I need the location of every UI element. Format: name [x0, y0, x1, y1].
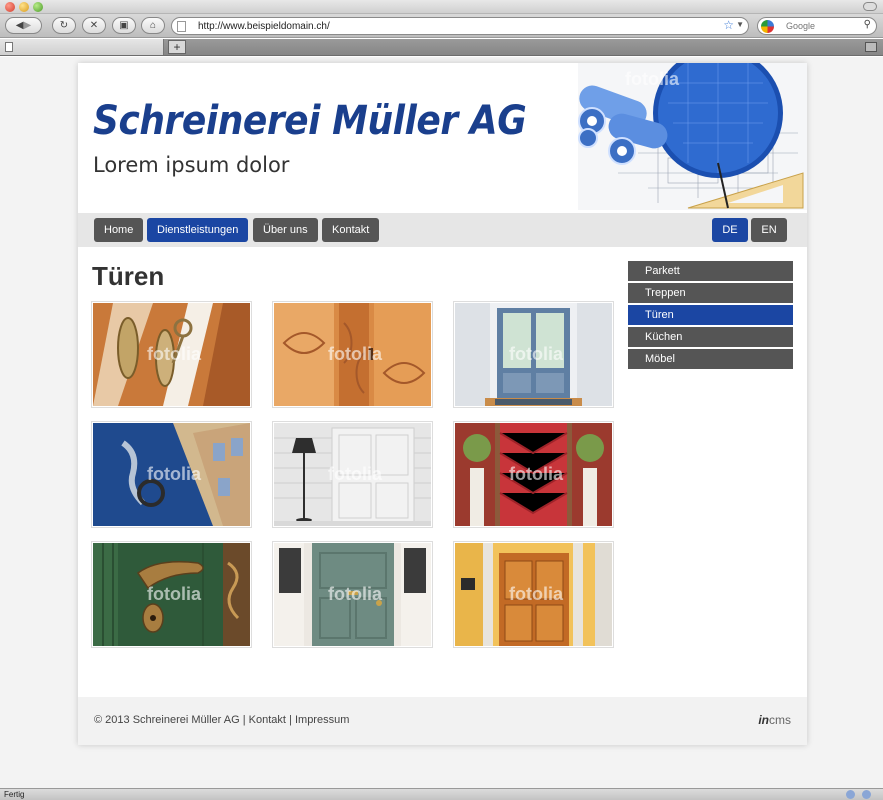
- footer-separator: |: [242, 714, 246, 726]
- header-blueprint-image: fotolia: [578, 48, 807, 210]
- camera-icon: ▣: [119, 20, 129, 31]
- site-header: Schreinerei Müller AG Lorem ipsum dolor: [78, 48, 807, 213]
- stop-button[interactable]: ✕: [82, 17, 106, 34]
- watermark-text: fotolia: [509, 464, 563, 484]
- footer-separator: |: [289, 714, 292, 726]
- nav-ueber-uns[interactable]: Über uns: [253, 218, 318, 242]
- nav-home[interactable]: Home: [94, 218, 144, 242]
- zoom-window-icon[interactable]: [33, 2, 43, 12]
- watermark-text: fotolia: [328, 464, 382, 484]
- watermark-text: fotolia: [147, 584, 201, 604]
- stop-icon: ✕: [89, 20, 99, 31]
- close-window-icon[interactable]: [5, 2, 15, 12]
- page-icon: [5, 42, 13, 52]
- gallery-image-2[interactable]: fotolia: [272, 301, 433, 408]
- subnav-item-moebel[interactable]: Möbel: [628, 349, 793, 369]
- bookmark-star-icon[interactable]: ☆: [723, 18, 734, 32]
- status-bar: Fertig: [0, 788, 883, 800]
- search-icon[interactable]: ⚲: [864, 19, 871, 30]
- subnav-item-tueren[interactable]: Türen: [628, 305, 793, 325]
- lang-de-button[interactable]: DE: [712, 218, 748, 242]
- nav-kontakt[interactable]: Kontakt: [322, 218, 380, 242]
- tab-bar: +: [0, 39, 883, 56]
- footer-text: © 2013 Schreinerei Müller AG | Kontakt |…: [94, 714, 349, 726]
- main-nav: Home Dienstleistungen Über uns Kontakt D…: [78, 213, 807, 247]
- cms-logo-suffix: cms: [769, 713, 791, 727]
- nav-dienstleistungen[interactable]: Dienstleistungen: [147, 218, 249, 242]
- gallery-image-7[interactable]: fotolia: [91, 541, 252, 648]
- forward-arrow-icon: ▶: [23, 20, 32, 31]
- watermark-text: fotolia: [509, 584, 563, 604]
- window-titlebar: [0, 0, 883, 14]
- site-container: Schreinerei Müller AG Lorem ipsum dolor: [78, 48, 807, 745]
- gallery-image-6[interactable]: fotolia: [453, 421, 614, 528]
- gallery-image-1[interactable]: fotolia: [91, 301, 252, 408]
- reload-icon: ↻: [59, 20, 69, 31]
- cms-logo[interactable]: incms: [758, 713, 791, 727]
- tab-current[interactable]: [0, 39, 164, 55]
- subnav-item-kuechen[interactable]: Küchen: [628, 327, 793, 347]
- subnav-item-parkett[interactable]: Parkett: [628, 261, 793, 281]
- gallery-image-3[interactable]: fotolia: [453, 301, 614, 408]
- search-input[interactable]: [786, 19, 856, 33]
- status-text: Fertig: [4, 790, 25, 799]
- toolbar-toggle-icon[interactable]: [863, 2, 877, 11]
- site-tagline: Lorem ipsum dolor: [93, 153, 290, 177]
- site-footer: © 2013 Schreinerei Müller AG | Kontakt |…: [78, 697, 807, 745]
- page-viewport: Schreinerei Müller AG Lorem ipsum dolor: [0, 48, 883, 788]
- subnav-item-treppen[interactable]: Treppen: [628, 283, 793, 303]
- category-subnav: Parkett Treppen Türen Küchen Möbel: [628, 261, 793, 371]
- watermark-text: fotolia: [328, 344, 382, 364]
- address-bar[interactable]: ☆ ▼: [171, 17, 749, 35]
- addon-icon[interactable]: [846, 790, 855, 799]
- search-box[interactable]: ⚲: [757, 17, 877, 35]
- footer-link-kontakt[interactable]: Kontakt: [249, 714, 286, 726]
- watermark-text: fotolia: [509, 344, 563, 364]
- gallery-image-5[interactable]: fotolia: [272, 421, 433, 528]
- home-button[interactable]: ⌂: [141, 17, 165, 34]
- cms-logo-prefix: in: [758, 713, 769, 727]
- screenshot-button[interactable]: ▣: [112, 17, 136, 34]
- sync-icon[interactable]: [862, 790, 871, 799]
- site-title[interactable]: Schreinerei Müller AG: [93, 98, 527, 144]
- minimize-window-icon[interactable]: [19, 2, 29, 12]
- tab-list-icon[interactable]: [865, 42, 877, 52]
- gallery-image-8[interactable]: fotolia: [272, 541, 433, 648]
- reload-button[interactable]: ↻: [52, 17, 76, 34]
- gallery-image-9[interactable]: fotolia: [453, 541, 614, 648]
- back-arrow-icon: ◀: [15, 20, 24, 31]
- gallery-image-4[interactable]: fotolia: [91, 421, 252, 528]
- home-icon: ⌂: [149, 20, 157, 31]
- copyright-text: © 2013 Schreinerei Müller AG: [94, 714, 240, 726]
- watermark-text: fotolia: [625, 69, 679, 89]
- google-icon[interactable]: [761, 20, 774, 33]
- browser-toolbar: ◀▶ ↻ ✕ ▣ ⌂ ☆ ▼ ⚲: [0, 14, 883, 38]
- chevron-down-icon[interactable]: ▼: [736, 20, 744, 29]
- footer-link-impressum[interactable]: Impressum: [295, 714, 349, 726]
- lang-en-button[interactable]: EN: [751, 218, 787, 242]
- new-tab-button[interactable]: +: [168, 40, 186, 54]
- watermark-text: fotolia: [147, 344, 201, 364]
- page-icon: [177, 21, 186, 32]
- watermark-text: fotolia: [147, 464, 201, 484]
- back-forward-button[interactable]: ◀▶: [5, 17, 42, 34]
- url-input[interactable]: [198, 19, 698, 33]
- watermark-text: fotolia: [328, 584, 382, 604]
- page-title: Türen: [92, 261, 165, 291]
